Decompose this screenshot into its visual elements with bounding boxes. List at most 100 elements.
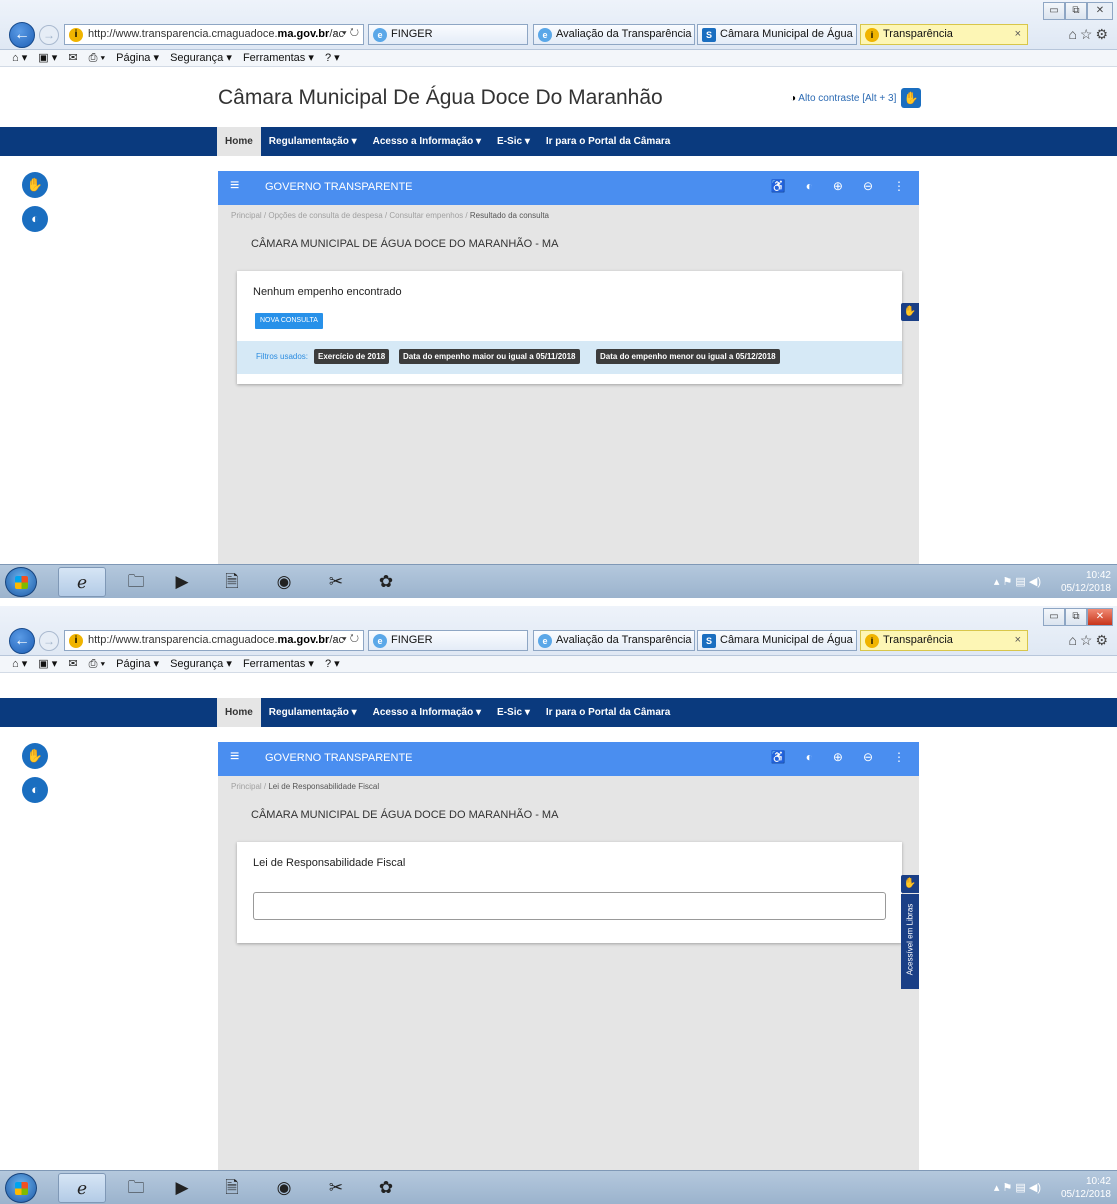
tab-camara[interactable]: SCâmara Municipal de Água D... xyxy=(697,630,857,651)
nav-portal-camara[interactable]: Ir para o Portal da Câmara xyxy=(538,698,679,727)
media-player-taskbar-icon[interactable]: ▶ xyxy=(158,567,206,597)
menu-icon[interactable]: ≡ xyxy=(230,177,239,195)
folder-taskbar-icon[interactable]: 🗀 xyxy=(112,1173,160,1203)
home-icon[interactable]: ⌂ ▾ xyxy=(12,658,27,670)
contrast-icon[interactable]: ◐ xyxy=(806,750,813,764)
breadcrumb-item[interactable]: Consultar empenhos xyxy=(389,211,463,220)
close-tab-icon[interactable]: × xyxy=(1015,25,1021,44)
chrome-taskbar-icon[interactable]: ◉ xyxy=(260,1173,308,1203)
contrast-icon[interactable]: ◐ xyxy=(22,206,48,232)
libras-hand-icon[interactable]: ✋ xyxy=(22,743,48,769)
tray-icons[interactable]: ▴ ⚑ ▤ ◀) xyxy=(994,575,1041,588)
nav-esic[interactable]: E-Sic ▾ xyxy=(489,698,538,727)
feeds-icon[interactable]: ▣ ▾ xyxy=(38,52,57,64)
home-icon[interactable]: ⌂ ▾ xyxy=(12,52,27,64)
app-taskbar-icon[interactable]: ✿ xyxy=(362,567,410,597)
contrast-link[interactable]: ◑ Alto contraste [Alt + 3] xyxy=(790,93,896,104)
search-refresh-icons[interactable]: ⌕ ▾ ↻ xyxy=(333,27,359,40)
snipping-tool-taskbar-icon[interactable]: ✂ xyxy=(312,567,360,597)
clock[interactable]: 10:42 05/12/2018 xyxy=(1051,1175,1111,1201)
nav-regulamentacao[interactable]: Regulamentação ▾ xyxy=(261,127,365,156)
tray-icons[interactable]: ▴ ⚑ ▤ ◀) xyxy=(994,1181,1041,1194)
libras-hand-icon[interactable]: ✋ xyxy=(901,875,919,893)
menu-ferramentas[interactable]: Ferramentas ▾ xyxy=(243,658,314,670)
tab-avaliacao[interactable]: eAvaliação da Transparência do... xyxy=(533,630,695,651)
tab-finger[interactable]: e FINGER xyxy=(368,630,528,651)
close-tab-icon[interactable]: × xyxy=(1015,631,1021,650)
nav-esic[interactable]: E-Sic ▾ xyxy=(489,127,538,156)
more-options-icon[interactable]: ⋮ xyxy=(893,179,905,193)
document-taskbar-icon[interactable]: 🗎 xyxy=(208,567,256,597)
lrf-select[interactable] xyxy=(253,892,886,920)
feeds-icon[interactable]: ▣ ▾ xyxy=(38,658,57,670)
restore-button[interactable]: ⧉ xyxy=(1065,608,1087,626)
breadcrumb-item[interactable]: Opções de consulta de despesa xyxy=(268,211,382,220)
help-icon[interactable]: ? ▾ xyxy=(325,52,340,64)
document-taskbar-icon[interactable]: 🗎 xyxy=(208,1173,256,1203)
menu-pagina[interactable]: Página ▾ xyxy=(116,52,159,64)
home-favorites-settings-icons[interactable]: ⌂☆⚙ xyxy=(1068,26,1111,43)
back-button[interactable]: ← xyxy=(9,22,35,48)
accessibility-icon[interactable]: ♿ xyxy=(771,179,786,193)
back-button[interactable]: ← xyxy=(9,628,35,654)
nav-acesso-informacao[interactable]: Acesso a Informação ▾ xyxy=(365,698,489,727)
zoom-out-icon[interactable]: ⊖ xyxy=(863,750,873,764)
media-player-taskbar-icon[interactable]: ▶ xyxy=(158,1173,206,1203)
zoom-in-icon[interactable]: ⊕ xyxy=(833,179,843,193)
new-query-button[interactable]: NOVA CONSULTA xyxy=(255,313,323,329)
snipping-tool-taskbar-icon[interactable]: ✂ xyxy=(312,1173,360,1203)
nav-portal-camara[interactable]: Ir para o Portal da Câmara xyxy=(538,127,679,156)
forward-button[interactable]: → xyxy=(39,631,59,651)
chrome-taskbar-icon[interactable]: ◉ xyxy=(260,567,308,597)
minimize-button[interactable]: ▭ xyxy=(1043,2,1065,20)
address-bar[interactable]: i http://www.transparencia.cmaguadoce.ma… xyxy=(64,24,364,45)
contrast-icon[interactable]: ◐ xyxy=(22,777,48,803)
minimize-button[interactable]: ▭ xyxy=(1043,608,1065,626)
app-taskbar-icon[interactable]: ✿ xyxy=(362,1173,410,1203)
zoom-out-icon[interactable]: ⊖ xyxy=(863,179,873,193)
print-icon[interactable]: ⎙ ▾ xyxy=(89,52,105,64)
more-options-icon[interactable]: ⋮ xyxy=(893,750,905,764)
mail-icon[interactable]: ✉ xyxy=(68,658,77,670)
mail-icon[interactable]: ✉ xyxy=(68,52,77,64)
tab-avaliacao[interactable]: eAvaliação da Transparência do... xyxy=(533,24,695,45)
menu-pagina[interactable]: Página ▾ xyxy=(116,658,159,670)
folder-taskbar-icon[interactable]: 🗀 xyxy=(112,567,160,597)
start-button[interactable] xyxy=(5,1173,37,1203)
tab-transparencia[interactable]: i Transparência × xyxy=(860,630,1028,651)
contrast-icon[interactable]: ◐ xyxy=(806,179,813,193)
libras-hand-icon[interactable]: ✋ xyxy=(901,303,919,321)
window-controls: ▭ ⧉ ✕ xyxy=(1043,608,1113,626)
ie-taskbar-icon[interactable]: ℯ xyxy=(58,567,106,597)
menu-seguranca[interactable]: Segurança ▾ xyxy=(170,658,232,670)
print-icon[interactable]: ⎙ ▾ xyxy=(89,658,105,670)
restore-button[interactable]: ⧉ xyxy=(1065,2,1087,20)
tab-transparencia[interactable]: i Transparência × xyxy=(860,24,1028,45)
menu-icon[interactable]: ≡ xyxy=(230,748,239,766)
accessibility-icon[interactable]: ♿ xyxy=(771,750,786,764)
libras-hand-icon[interactable]: ✋ xyxy=(901,88,921,108)
nav-regulamentacao[interactable]: Regulamentação ▾ xyxy=(261,698,365,727)
tab-finger[interactable]: e FINGER xyxy=(368,24,528,45)
start-button[interactable] xyxy=(5,567,37,597)
nav-acesso-informacao[interactable]: Acesso a Informação ▾ xyxy=(365,127,489,156)
breadcrumb-item[interactable]: Principal xyxy=(231,211,262,220)
libras-hand-icon[interactable]: ✋ xyxy=(22,172,48,198)
home-favorites-settings-icons[interactable]: ⌂☆⚙ xyxy=(1068,632,1111,649)
close-window-button[interactable]: ✕ xyxy=(1087,2,1113,20)
breadcrumb-item[interactable]: Principal xyxy=(231,782,262,791)
nav-home[interactable]: Home xyxy=(217,698,261,727)
forward-button[interactable]: → xyxy=(39,25,59,45)
tab-camara[interactable]: SCâmara Municipal de Água D... xyxy=(697,24,857,45)
menu-seguranca[interactable]: Segurança ▾ xyxy=(170,52,232,64)
close-window-button[interactable]: ✕ xyxy=(1087,608,1113,626)
menu-ferramentas[interactable]: Ferramentas ▾ xyxy=(243,52,314,64)
nav-home[interactable]: Home xyxy=(217,127,261,156)
address-bar[interactable]: i http://www.transparencia.cmaguadoce.ma… xyxy=(64,630,364,651)
search-refresh-icons[interactable]: ⌕ ▾ ↻ xyxy=(333,633,359,646)
zoom-in-icon[interactable]: ⊕ xyxy=(833,750,843,764)
clock[interactable]: 10:42 05/12/2018 xyxy=(1051,569,1111,595)
libras-tab[interactable]: Acessível em Libras xyxy=(901,894,919,989)
ie-taskbar-icon[interactable]: ℯ xyxy=(58,1173,106,1203)
help-icon[interactable]: ? ▾ xyxy=(325,658,340,670)
